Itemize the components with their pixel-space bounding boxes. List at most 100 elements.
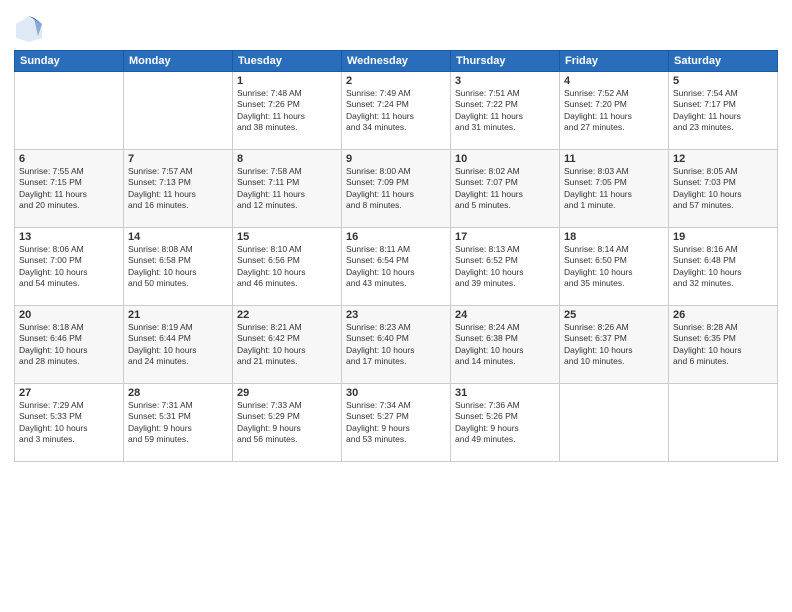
calendar-cell — [15, 72, 124, 150]
day-number: 18 — [564, 231, 664, 243]
day-number: 20 — [19, 309, 119, 321]
header — [14, 10, 778, 44]
day-number: 22 — [237, 309, 337, 321]
day-info: Sunrise: 8:16 AM Sunset: 6:48 PM Dayligh… — [673, 244, 773, 290]
calendar-cell: 23Sunrise: 8:23 AM Sunset: 6:40 PM Dayli… — [342, 306, 451, 384]
calendar-cell: 24Sunrise: 8:24 AM Sunset: 6:38 PM Dayli… — [451, 306, 560, 384]
day-info: Sunrise: 7:49 AM Sunset: 7:24 PM Dayligh… — [346, 88, 446, 134]
calendar-cell — [124, 72, 233, 150]
calendar-table: SundayMondayTuesdayWednesdayThursdayFrid… — [14, 50, 778, 462]
day-info: Sunrise: 8:05 AM Sunset: 7:03 PM Dayligh… — [673, 166, 773, 212]
day-number: 9 — [346, 153, 446, 165]
day-info: Sunrise: 7:52 AM Sunset: 7:20 PM Dayligh… — [564, 88, 664, 134]
day-number: 11 — [564, 153, 664, 165]
calendar-cell: 4Sunrise: 7:52 AM Sunset: 7:20 PM Daylig… — [560, 72, 669, 150]
calendar-cell: 15Sunrise: 8:10 AM Sunset: 6:56 PM Dayli… — [233, 228, 342, 306]
calendar-cell: 3Sunrise: 7:51 AM Sunset: 7:22 PM Daylig… — [451, 72, 560, 150]
day-info: Sunrise: 7:36 AM Sunset: 5:26 PM Dayligh… — [455, 400, 555, 446]
calendar-week-4: 20Sunrise: 8:18 AM Sunset: 6:46 PM Dayli… — [15, 306, 778, 384]
day-info: Sunrise: 8:26 AM Sunset: 6:37 PM Dayligh… — [564, 322, 664, 368]
calendar-cell: 7Sunrise: 7:57 AM Sunset: 7:13 PM Daylig… — [124, 150, 233, 228]
day-info: Sunrise: 8:19 AM Sunset: 6:44 PM Dayligh… — [128, 322, 228, 368]
day-number: 23 — [346, 309, 446, 321]
calendar-cell: 26Sunrise: 8:28 AM Sunset: 6:35 PM Dayli… — [669, 306, 778, 384]
calendar-week-5: 27Sunrise: 7:29 AM Sunset: 5:33 PM Dayli… — [15, 384, 778, 462]
day-number: 1 — [237, 75, 337, 87]
day-info: Sunrise: 8:00 AM Sunset: 7:09 PM Dayligh… — [346, 166, 446, 212]
day-info: Sunrise: 7:57 AM Sunset: 7:13 PM Dayligh… — [128, 166, 228, 212]
weekday-header-tuesday: Tuesday — [233, 51, 342, 72]
day-info: Sunrise: 7:48 AM Sunset: 7:26 PM Dayligh… — [237, 88, 337, 134]
logo-icon — [14, 14, 44, 44]
calendar-cell: 11Sunrise: 8:03 AM Sunset: 7:05 PM Dayli… — [560, 150, 669, 228]
calendar-cell: 2Sunrise: 7:49 AM Sunset: 7:24 PM Daylig… — [342, 72, 451, 150]
day-number: 2 — [346, 75, 446, 87]
calendar-cell: 22Sunrise: 8:21 AM Sunset: 6:42 PM Dayli… — [233, 306, 342, 384]
weekday-header-monday: Monday — [124, 51, 233, 72]
day-info: Sunrise: 8:13 AM Sunset: 6:52 PM Dayligh… — [455, 244, 555, 290]
day-number: 17 — [455, 231, 555, 243]
day-number: 25 — [564, 309, 664, 321]
calendar-cell: 6Sunrise: 7:55 AM Sunset: 7:15 PM Daylig… — [15, 150, 124, 228]
weekday-header-thursday: Thursday — [451, 51, 560, 72]
day-info: Sunrise: 8:02 AM Sunset: 7:07 PM Dayligh… — [455, 166, 555, 212]
page: SundayMondayTuesdayWednesdayThursdayFrid… — [0, 0, 792, 612]
weekday-header-wednesday: Wednesday — [342, 51, 451, 72]
calendar-cell: 1Sunrise: 7:48 AM Sunset: 7:26 PM Daylig… — [233, 72, 342, 150]
calendar-cell: 29Sunrise: 7:33 AM Sunset: 5:29 PM Dayli… — [233, 384, 342, 462]
day-info: Sunrise: 8:24 AM Sunset: 6:38 PM Dayligh… — [455, 322, 555, 368]
day-number: 6 — [19, 153, 119, 165]
day-info: Sunrise: 7:54 AM Sunset: 7:17 PM Dayligh… — [673, 88, 773, 134]
day-info: Sunrise: 7:34 AM Sunset: 5:27 PM Dayligh… — [346, 400, 446, 446]
calendar-cell — [669, 384, 778, 462]
day-number: 27 — [19, 387, 119, 399]
day-number: 12 — [673, 153, 773, 165]
day-number: 13 — [19, 231, 119, 243]
day-info: Sunrise: 8:08 AM Sunset: 6:58 PM Dayligh… — [128, 244, 228, 290]
day-info: Sunrise: 7:33 AM Sunset: 5:29 PM Dayligh… — [237, 400, 337, 446]
day-number: 8 — [237, 153, 337, 165]
day-number: 30 — [346, 387, 446, 399]
day-info: Sunrise: 8:06 AM Sunset: 7:00 PM Dayligh… — [19, 244, 119, 290]
day-info: Sunrise: 8:14 AM Sunset: 6:50 PM Dayligh… — [564, 244, 664, 290]
day-info: Sunrise: 7:29 AM Sunset: 5:33 PM Dayligh… — [19, 400, 119, 446]
day-number: 10 — [455, 153, 555, 165]
weekday-header-sunday: Sunday — [15, 51, 124, 72]
calendar-week-1: 1Sunrise: 7:48 AM Sunset: 7:26 PM Daylig… — [15, 72, 778, 150]
day-number: 29 — [237, 387, 337, 399]
day-number: 28 — [128, 387, 228, 399]
day-info: Sunrise: 7:58 AM Sunset: 7:11 PM Dayligh… — [237, 166, 337, 212]
day-info: Sunrise: 8:23 AM Sunset: 6:40 PM Dayligh… — [346, 322, 446, 368]
calendar-cell: 5Sunrise: 7:54 AM Sunset: 7:17 PM Daylig… — [669, 72, 778, 150]
weekday-header-saturday: Saturday — [669, 51, 778, 72]
calendar-week-3: 13Sunrise: 8:06 AM Sunset: 7:00 PM Dayli… — [15, 228, 778, 306]
day-info: Sunrise: 8:18 AM Sunset: 6:46 PM Dayligh… — [19, 322, 119, 368]
day-number: 4 — [564, 75, 664, 87]
day-number: 5 — [673, 75, 773, 87]
calendar-cell: 14Sunrise: 8:08 AM Sunset: 6:58 PM Dayli… — [124, 228, 233, 306]
calendar-cell: 17Sunrise: 8:13 AM Sunset: 6:52 PM Dayli… — [451, 228, 560, 306]
day-number: 14 — [128, 231, 228, 243]
day-number: 26 — [673, 309, 773, 321]
day-info: Sunrise: 7:55 AM Sunset: 7:15 PM Dayligh… — [19, 166, 119, 212]
calendar-cell: 19Sunrise: 8:16 AM Sunset: 6:48 PM Dayli… — [669, 228, 778, 306]
day-info: Sunrise: 8:10 AM Sunset: 6:56 PM Dayligh… — [237, 244, 337, 290]
weekday-header-row: SundayMondayTuesdayWednesdayThursdayFrid… — [15, 51, 778, 72]
calendar-cell: 28Sunrise: 7:31 AM Sunset: 5:31 PM Dayli… — [124, 384, 233, 462]
calendar-cell: 25Sunrise: 8:26 AM Sunset: 6:37 PM Dayli… — [560, 306, 669, 384]
day-number: 3 — [455, 75, 555, 87]
calendar-week-2: 6Sunrise: 7:55 AM Sunset: 7:15 PM Daylig… — [15, 150, 778, 228]
day-info: Sunrise: 8:21 AM Sunset: 6:42 PM Dayligh… — [237, 322, 337, 368]
calendar-cell: 20Sunrise: 8:18 AM Sunset: 6:46 PM Dayli… — [15, 306, 124, 384]
day-number: 15 — [237, 231, 337, 243]
calendar-cell: 31Sunrise: 7:36 AM Sunset: 5:26 PM Dayli… — [451, 384, 560, 462]
day-info: Sunrise: 8:28 AM Sunset: 6:35 PM Dayligh… — [673, 322, 773, 368]
day-info: Sunrise: 7:51 AM Sunset: 7:22 PM Dayligh… — [455, 88, 555, 134]
calendar-cell: 10Sunrise: 8:02 AM Sunset: 7:07 PM Dayli… — [451, 150, 560, 228]
calendar-cell: 12Sunrise: 8:05 AM Sunset: 7:03 PM Dayli… — [669, 150, 778, 228]
day-number: 7 — [128, 153, 228, 165]
calendar-cell: 16Sunrise: 8:11 AM Sunset: 6:54 PM Dayli… — [342, 228, 451, 306]
day-info: Sunrise: 7:31 AM Sunset: 5:31 PM Dayligh… — [128, 400, 228, 446]
weekday-header-friday: Friday — [560, 51, 669, 72]
day-number: 16 — [346, 231, 446, 243]
